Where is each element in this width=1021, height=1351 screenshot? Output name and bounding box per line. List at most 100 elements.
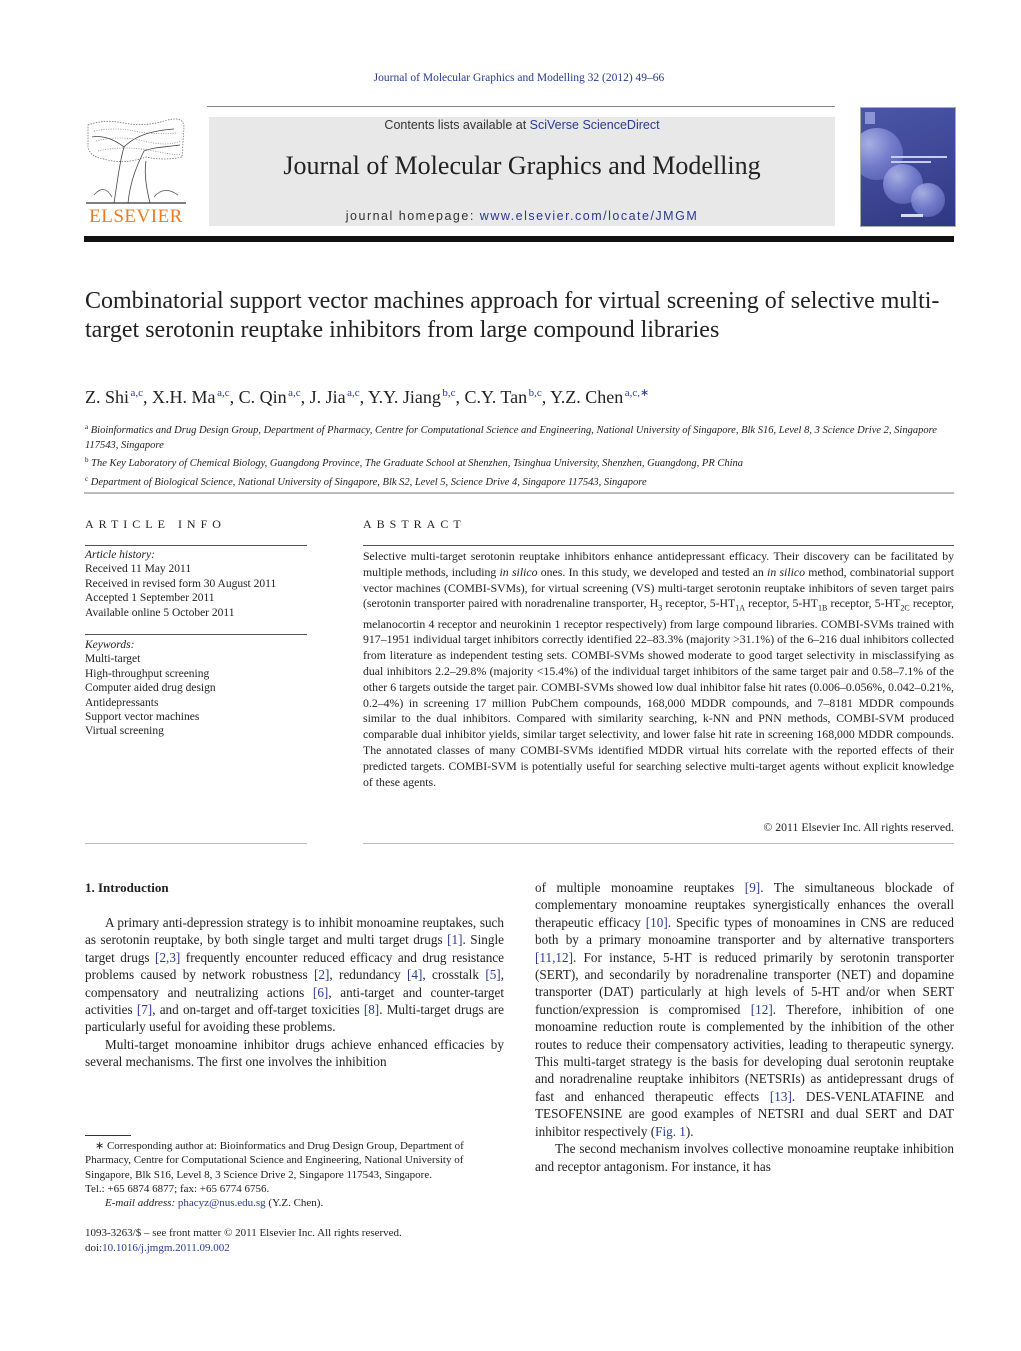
cover-logo-bar bbox=[901, 214, 923, 217]
author[interactable]: J. Jia a,c bbox=[310, 387, 360, 407]
history-item: Available online 5 October 2011 bbox=[85, 606, 235, 619]
author[interactable]: Y.Y. Jiang b,c bbox=[368, 387, 456, 407]
affiliation-text: Department of Biological Science, Nation… bbox=[90, 476, 647, 488]
history-item: Accepted 1 September 2011 bbox=[85, 592, 215, 605]
article-info-divider bbox=[85, 545, 307, 546]
citation-link[interactable]: [13] bbox=[770, 1089, 792, 1104]
body-paragraph: of multiple monoamine reuptakes [9]. The… bbox=[535, 879, 954, 1140]
author-affiliation-ref[interactable]: a,c bbox=[288, 387, 301, 399]
abstract-italic: in silico bbox=[767, 564, 806, 579]
journal-homepage: journal homepage: www.elsevier.com/locat… bbox=[209, 209, 835, 223]
citation-link[interactable]: [4] bbox=[407, 967, 422, 982]
email-link[interactable]: phacyz@nus.edu.sg bbox=[178, 1197, 266, 1209]
sciencedirect-link[interactable]: SciVerse ScienceDirect bbox=[530, 118, 660, 132]
author[interactable]: Y.Z. Chen a,c,∗ bbox=[550, 387, 649, 407]
keywords-divider bbox=[85, 634, 307, 635]
header-divider bbox=[207, 106, 835, 107]
subscript: 2C bbox=[900, 603, 910, 613]
abstract-heading: ABSTRACT bbox=[363, 517, 466, 531]
author[interactable]: C.Y. Tan b,c bbox=[465, 387, 542, 407]
corresponding-author-footnote: ∗ Corresponding author at: Bioinformatic… bbox=[85, 1139, 506, 1210]
cover-title-bar bbox=[891, 156, 947, 158]
body-text: , redundancy bbox=[329, 967, 407, 983]
citation-link[interactable]: [9] bbox=[745, 880, 760, 895]
subscript: 1B bbox=[818, 603, 828, 613]
keyword: Antidepressants bbox=[85, 696, 159, 709]
abstract-text: ones. In this study, we developed and te… bbox=[537, 564, 768, 579]
author-affiliation-ref[interactable]: b,c bbox=[442, 387, 455, 399]
keyword: Multi-target bbox=[85, 653, 141, 666]
issn-line: 1093-3263/$ – see front matter © 2011 El… bbox=[85, 1227, 402, 1239]
history-item: Received in revised form 30 August 2011 bbox=[85, 577, 277, 590]
citation-link[interactable]: [11,12] bbox=[535, 950, 573, 965]
body-text: of multiple monoamine reuptakes bbox=[535, 880, 745, 895]
article-info-heading: ARTICLE INFO bbox=[85, 517, 226, 531]
citation-link[interactable]: [10] bbox=[646, 915, 668, 930]
body-text: Multi-target monoamine inhibitor drugs a… bbox=[85, 1036, 504, 1070]
author-list: Z. Shi a,c, X.H. Ma a,c, C. Qin a,c, J. … bbox=[85, 387, 650, 407]
author-name: Y.Y. Jiang bbox=[368, 387, 441, 407]
cover-title-bar bbox=[891, 161, 931, 163]
affiliation: a Bioinformatics and Drug Design Group, … bbox=[85, 420, 955, 453]
article-title: Combinatorial support vector machines ap… bbox=[85, 288, 940, 343]
author[interactable]: C. Qin a,c bbox=[239, 387, 301, 407]
keyword: Virtual screening bbox=[85, 725, 164, 738]
article-info-bottom-divider bbox=[85, 843, 307, 844]
citation-link[interactable]: [6] bbox=[313, 985, 328, 1000]
citation-link[interactable]: Fig. 1 bbox=[655, 1124, 686, 1139]
body-text: , crosstalk bbox=[422, 967, 486, 983]
journal-citation-link[interactable]: Journal of Molecular Graphics and Modell… bbox=[0, 72, 1021, 84]
elsevier-wordmark: ELSEVIER bbox=[89, 206, 183, 227]
abstract-text: receptor, 5-HT bbox=[662, 596, 736, 611]
author-affiliation-ref[interactable]: a,c bbox=[217, 387, 230, 399]
abstract-text: receptor, 5-HT bbox=[745, 596, 819, 611]
abstract-text: receptor, 5-HT bbox=[827, 596, 901, 611]
citation-link[interactable]: [1] bbox=[447, 932, 462, 947]
author-name: J. Jia bbox=[309, 387, 346, 407]
affiliation-key: a bbox=[85, 423, 89, 431]
citation-link[interactable]: [5] bbox=[485, 967, 500, 982]
footnote-divider bbox=[85, 1135, 131, 1136]
email-owner: (Y.Z. Chen). bbox=[265, 1197, 324, 1210]
affiliations: a Bioinformatics and Drug Design Group, … bbox=[85, 420, 955, 490]
affiliation: b The Key Laboratory of Chemical Biology… bbox=[85, 453, 955, 472]
front-matter: 1093-3263/$ – see front matter © 2011 El… bbox=[85, 1226, 506, 1255]
contact-phone-fax: Tel.: +65 6874 6877; fax: +65 6774 6756. bbox=[85, 1182, 270, 1195]
author-name: Y.Z. Chen bbox=[550, 387, 624, 407]
corresponding-author-text: ∗ Corresponding author at: Bioinformatic… bbox=[85, 1140, 464, 1181]
citation-link[interactable]: [2] bbox=[314, 967, 329, 982]
journal-masthead: Contents lists available at SciVerse Sci… bbox=[209, 117, 835, 226]
doi-link[interactable]: 10.1016/j.jmgm.2011.09.002 bbox=[102, 1242, 230, 1254]
copyright-notice: © 2011 Elsevier Inc. All rights reserved… bbox=[763, 820, 954, 834]
body-paragraph: Multi-target monoamine inhibitor drugs a… bbox=[85, 1036, 504, 1071]
body-column-left: A primary anti-depression strategy is to… bbox=[85, 914, 504, 1071]
author-affiliation-ref[interactable]: b,c bbox=[529, 387, 542, 399]
citation-link[interactable]: [12] bbox=[751, 1002, 773, 1017]
abstract-text: receptor, melanocortin 4 receptor and ne… bbox=[363, 596, 954, 789]
keyword: Support vector machines bbox=[85, 711, 200, 724]
author-affiliation-ref[interactable]: a,c bbox=[347, 387, 360, 399]
body-text: A primary anti-depression strategy is to… bbox=[85, 915, 504, 948]
doi-prefix: doi: bbox=[85, 1241, 103, 1254]
affiliation: c Department of Biological Science, Nati… bbox=[85, 472, 955, 491]
body-paragraph: The second mechanism involves collective… bbox=[535, 1140, 954, 1175]
homepage-link[interactable]: www.elsevier.com/locate/JMGM bbox=[480, 209, 698, 223]
author[interactable]: Z. Shi a,c bbox=[85, 387, 143, 407]
author-affiliation-ref[interactable]: a,c bbox=[131, 387, 144, 399]
affiliation-text: Bioinformatics and Drug Design Group, De… bbox=[85, 425, 937, 451]
masthead-thick-rule bbox=[84, 236, 954, 242]
body-column-right: of multiple monoamine reuptakes [9]. The… bbox=[535, 879, 954, 1175]
citation-link[interactable]: [8] bbox=[364, 1002, 379, 1017]
citation-link[interactable]: [7] bbox=[137, 1002, 152, 1017]
abstract-body: Selective multi-target serotonin reuptak… bbox=[363, 549, 954, 790]
author[interactable]: X.H. Ma a,c bbox=[152, 387, 230, 407]
affiliation-key: c bbox=[85, 474, 89, 483]
keyword: Computer aided drug design bbox=[85, 682, 216, 695]
journal-cover-image[interactable] bbox=[860, 107, 956, 227]
article-history: Article history: Received 11 May 2011 Re… bbox=[85, 548, 315, 620]
keywords-label: Keywords: bbox=[85, 639, 135, 651]
author-affiliation-ref[interactable]: a,c,∗ bbox=[625, 387, 649, 399]
citation-link[interactable]: [2,3] bbox=[155, 950, 180, 965]
keyword: High-throughput screening bbox=[85, 667, 210, 680]
contents-prefix: Contents lists available at bbox=[384, 118, 530, 132]
